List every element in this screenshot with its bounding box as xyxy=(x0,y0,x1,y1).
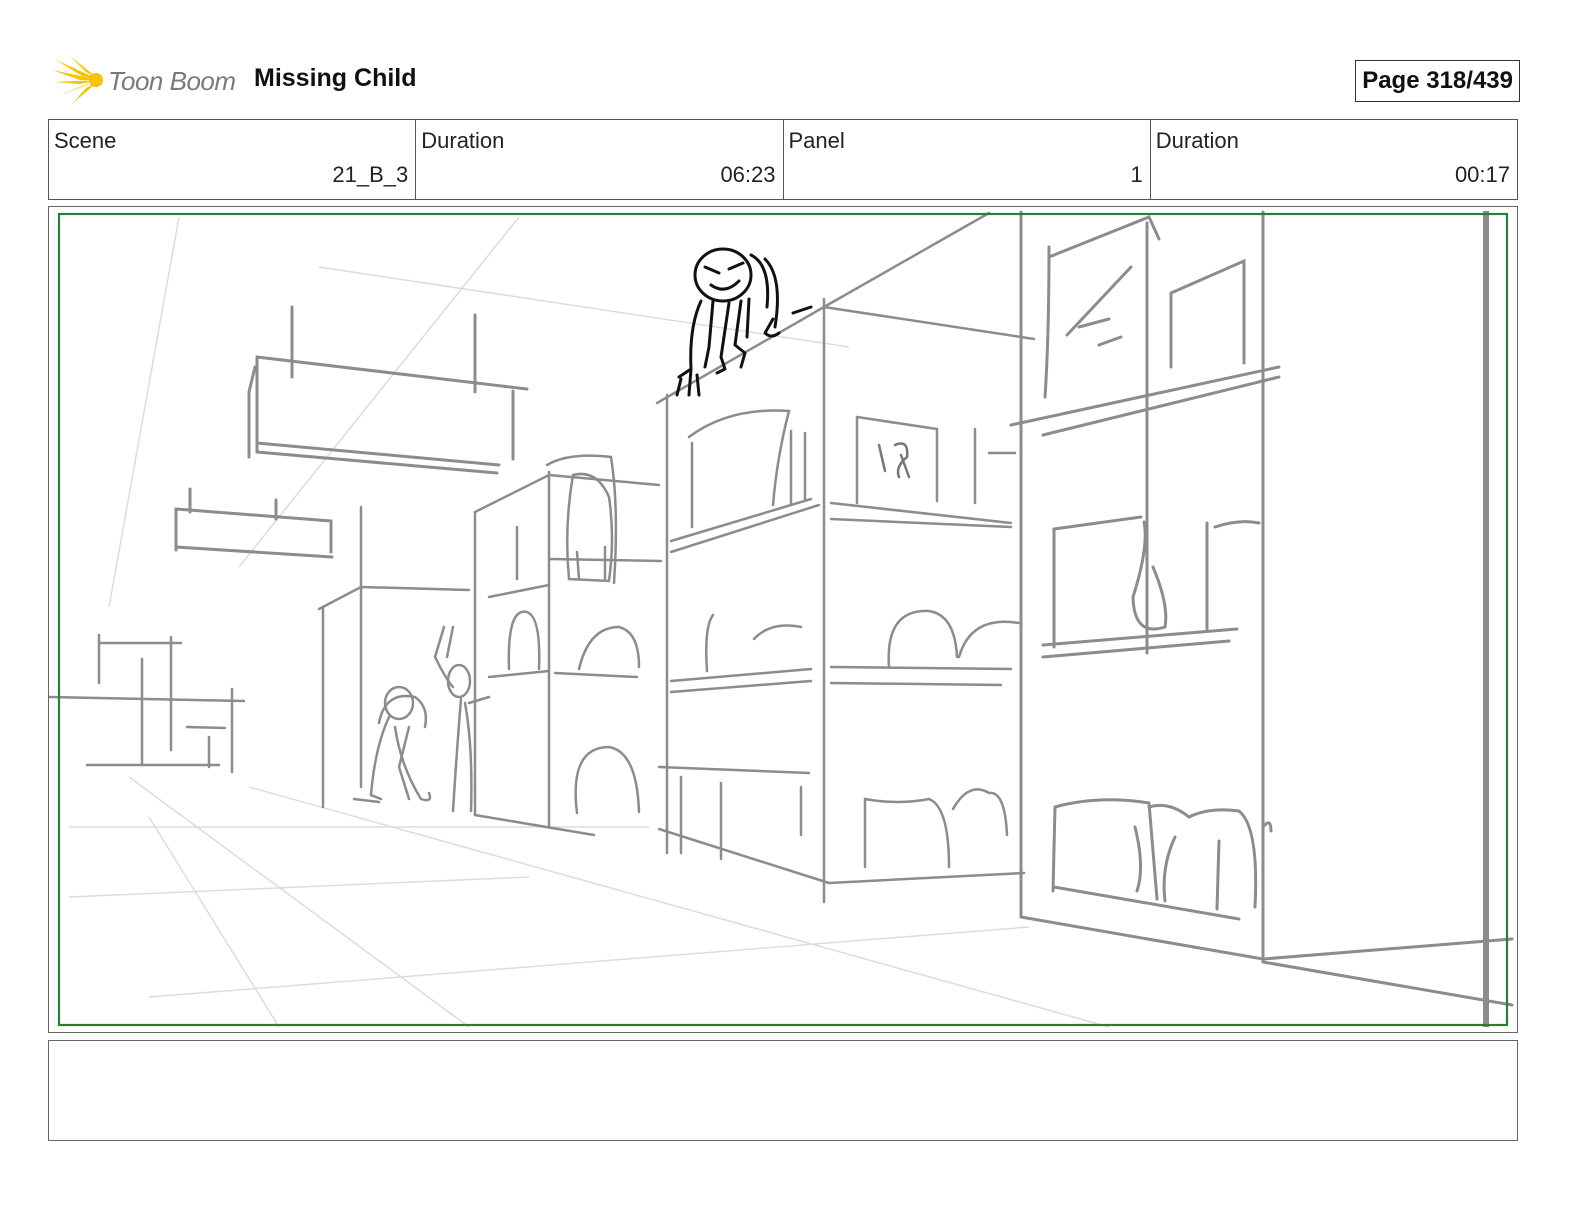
panel-cell: Panel 1 xyxy=(784,120,1151,199)
panel-duration-value: 00:17 xyxy=(1454,162,1510,187)
scene-value: 21_B_3 xyxy=(332,162,409,187)
panel-info-table: Scene 21_B_3 Duration 06:23 Panel 1 Dura… xyxy=(48,119,1518,200)
panel-value: 1 xyxy=(1130,162,1143,187)
project-title: Missing Child xyxy=(254,64,417,92)
building-1 xyxy=(473,454,663,837)
storyboard-header: Toon Boom Missing Child Page 318/439 xyxy=(48,52,1538,108)
safe-frame xyxy=(57,212,1509,1027)
toon-boom-logo: Toon Boom xyxy=(52,56,252,106)
scene-cell: Scene 21_B_3 xyxy=(49,120,417,199)
panel-duration-label: Duration xyxy=(1155,128,1239,153)
storyboard-panel xyxy=(48,206,1518,1033)
alley-figures xyxy=(369,625,491,813)
building-2 xyxy=(655,211,1036,904)
scene-duration-value: 06:23 xyxy=(720,162,776,187)
panel-duration-cell: Duration 00:17 xyxy=(1151,120,1517,199)
logo-text: Toon Boom xyxy=(108,66,236,96)
far-left-structure xyxy=(49,633,246,774)
building-3 xyxy=(1009,210,1514,1007)
panel-label: Panel xyxy=(788,128,845,153)
scene-duration-cell: Duration 06:23 xyxy=(416,120,784,199)
perspective-guides xyxy=(68,216,1110,1028)
scene-duration-label: Duration xyxy=(421,128,505,153)
page-indicator: Page 318/439 xyxy=(1355,60,1520,102)
scene-label: Scene xyxy=(54,128,117,153)
panel-sketch xyxy=(49,210,1514,1028)
starburst-icon xyxy=(52,56,103,104)
panel-notes-box[interactable] xyxy=(48,1040,1518,1141)
rooftop-character xyxy=(675,247,813,397)
